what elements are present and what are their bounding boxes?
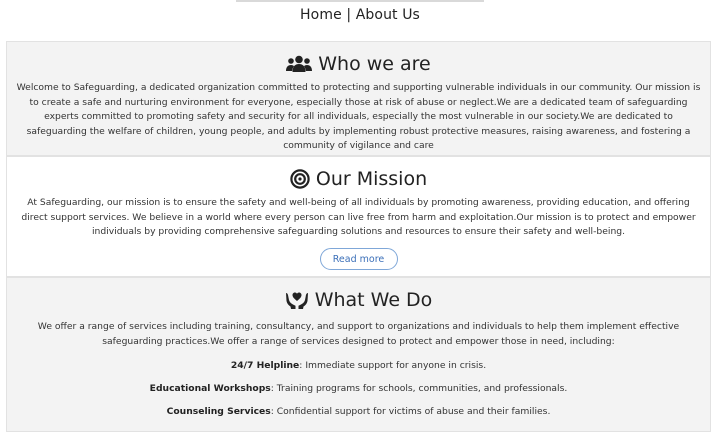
who-we-are-section: Who we are Welcome to Safeguarding, a de…: [6, 41, 711, 156]
users-icon: [286, 55, 313, 73]
what-we-do-text: We offer a range of services including t…: [37, 321, 680, 347]
breadcrumb-home[interactable]: Home: [300, 7, 342, 23]
service-desc: : Confidential support for victims of ab…: [270, 406, 551, 418]
service-name: 24/7 Helpline: [230, 360, 300, 372]
service-name: Educational Workshops: [149, 383, 271, 395]
service-desc: : Training programs for schools, communi…: [270, 383, 568, 395]
our-mission-text: At Safeguarding, our mission is to ensur…: [21, 197, 696, 238]
who-we-are-text: Welcome to Safeguarding, a dedicated org…: [16, 82, 701, 152]
service-item-helpline: 24/7 Helpline: Immediate support for any…: [7, 359, 710, 372]
what-we-do-title: What We Do: [314, 289, 433, 311]
service-name: Counseling Services: [166, 406, 271, 418]
our-mission-section: Our Mission At Safeguarding, our mission…: [6, 156, 711, 277]
service-item-counseling: Counseling Services: Confidential suppor…: [7, 405, 710, 418]
read-more-button[interactable]: Read more: [319, 247, 398, 270]
who-we-are-heading: Who we are: [7, 50, 710, 78]
service-item-workshops: Educational Workshops: Training programs…: [7, 382, 710, 395]
breadcrumb: Home | About Us: [0, 7, 720, 23]
target-icon: [290, 169, 310, 189]
our-mission-title: Our Mission: [315, 168, 428, 190]
what-we-do-section: What We Do We offer a range of services …: [6, 277, 711, 432]
what-we-do-heading: What We Do: [7, 286, 710, 314]
breadcrumb-current: About Us: [355, 7, 420, 23]
who-we-are-title: Who we are: [318, 53, 431, 75]
breadcrumb-separator: |: [346, 7, 352, 23]
our-mission-heading: Our Mission: [7, 165, 710, 193]
top-scroll-indicator: [236, 0, 484, 2]
hands-heart-icon: [285, 290, 309, 310]
service-desc: : Immediate support for anyone in crisis…: [299, 360, 487, 372]
